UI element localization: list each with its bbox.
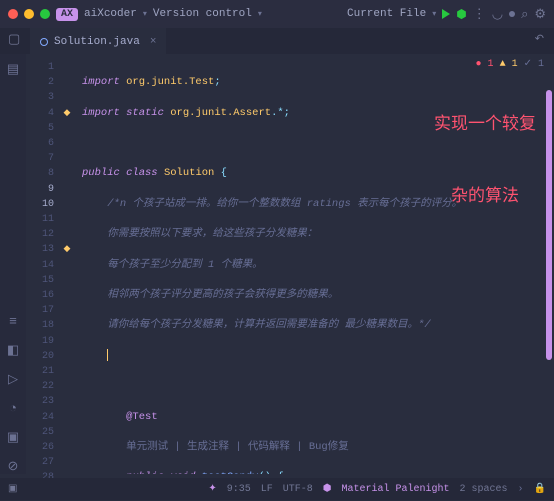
status-bar: ▣ ✦ 9:35 LF UTF-8 ⬢ Material Palenight 2… bbox=[0, 478, 554, 500]
activity-bar: ▤ ≡ ◧ ▷ ◔ ▣ ⊘ bbox=[0, 54, 26, 474]
maximize-icon[interactable] bbox=[40, 9, 50, 19]
layers-icon[interactable]: ▤ bbox=[7, 62, 19, 77]
terminal-icon[interactable]: ▣ bbox=[7, 430, 19, 445]
debug-icon[interactable]: ⬢ bbox=[456, 7, 466, 22]
undo-icon[interactable]: ↶ bbox=[535, 32, 544, 46]
marks-gutter: ◆ ◆ bbox=[60, 54, 74, 474]
gear-icon[interactable]: ⚙ bbox=[534, 7, 546, 22]
window-controls bbox=[8, 9, 50, 19]
cursor bbox=[107, 349, 108, 361]
ai-icon[interactable]: ✦ bbox=[208, 483, 216, 495]
title-bar: AX aiXcoder ▾ Version control ▾ Current … bbox=[0, 0, 554, 28]
file-icon bbox=[40, 38, 48, 46]
status-dot-icon bbox=[509, 11, 515, 17]
app-name: aiXcoder bbox=[84, 8, 137, 20]
caret-position[interactable]: 9:35 bbox=[227, 484, 251, 495]
run-icon[interactable] bbox=[442, 9, 450, 19]
search-icon[interactable]: ⌕ bbox=[521, 7, 528, 22]
project-icon[interactable]: ▢ bbox=[8, 32, 20, 47]
annotation-overlay: 实现一个较复 杂的算法 bbox=[434, 64, 536, 256]
chevron-down-icon[interactable]: ▾ bbox=[143, 9, 147, 19]
problems-icon[interactable]: ⊘ bbox=[8, 459, 19, 474]
tools-icon[interactable]: ▣ bbox=[8, 483, 17, 495]
minimize-icon[interactable] bbox=[24, 9, 34, 19]
brand-badge: AX bbox=[56, 8, 78, 21]
list-icon[interactable]: ≡ bbox=[9, 314, 17, 329]
tab-bar: Solution.java × bbox=[0, 28, 554, 54]
close-icon[interactable] bbox=[8, 9, 18, 19]
tab-solution[interactable]: Solution.java × bbox=[30, 28, 166, 54]
chevron-icon[interactable]: › bbox=[518, 484, 524, 495]
gutter: 1234567891011121314151617181920212223242… bbox=[26, 54, 60, 474]
indent[interactable]: 2 spaces bbox=[460, 484, 508, 495]
play-icon[interactable]: ▷ bbox=[8, 372, 18, 387]
more-icon[interactable]: ⋮ bbox=[473, 7, 486, 22]
user-icon[interactable]: ◡ bbox=[492, 7, 503, 22]
vcs-menu[interactable]: Version control bbox=[153, 8, 252, 20]
line-sep[interactable]: LF bbox=[261, 484, 273, 495]
run-config[interactable]: Current File bbox=[347, 8, 426, 20]
chevron-down-icon[interactable]: ▾ bbox=[432, 9, 436, 19]
encoding[interactable]: UTF-8 bbox=[283, 484, 313, 495]
tab-label: Solution.java bbox=[54, 36, 140, 48]
close-tab-icon[interactable]: × bbox=[150, 36, 157, 48]
chevron-down-icon[interactable]: ▾ bbox=[258, 9, 262, 19]
lock-icon[interactable]: 🔒 bbox=[534, 483, 546, 495]
editor[interactable]: import org.junit.Test; import static org… bbox=[74, 54, 554, 474]
git-icon[interactable]: ◔ bbox=[9, 401, 17, 416]
scrollbar[interactable] bbox=[546, 90, 552, 360]
bookmark-icon[interactable]: ◧ bbox=[7, 343, 19, 358]
theme-name[interactable]: Material Palenight bbox=[341, 484, 449, 495]
